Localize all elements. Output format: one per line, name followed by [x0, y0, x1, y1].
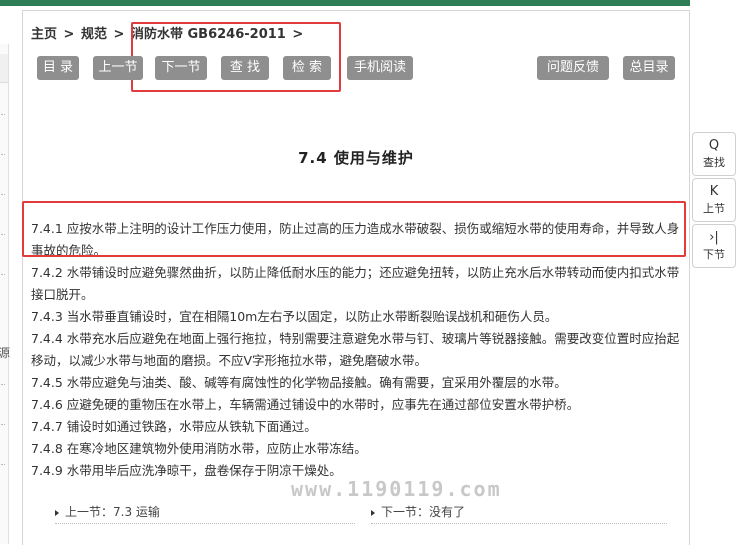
- find-button[interactable]: 查 找: [221, 56, 269, 80]
- side-find-label: 查找: [703, 156, 725, 169]
- divider: [55, 523, 355, 524]
- section-heading: 7.4 使用与维护: [298, 149, 414, 167]
- divider: [1, 274, 5, 275]
- top-accent-bar: [0, 0, 690, 6]
- mobile-read-button[interactable]: 手机阅读: [347, 56, 413, 80]
- breadcrumb-separator: >: [63, 27, 75, 42]
- content-panel: 主页 > 规范 > 消防水带 GB6246-2011 > 目 录 上一节 下一节…: [22, 10, 690, 545]
- divider: [371, 523, 667, 524]
- clause-item: 7.4.6 应避免硬的重物压在水带上，车辆需通过铺设中的水带时，应事先在通过部位…: [31, 397, 580, 412]
- clause-item: 7.4.8 在寒冷地区建筑物外使用消防水带，应防止水带冻结。: [31, 441, 367, 456]
- divider: [1, 384, 5, 385]
- prev-section-label: 上一节：7.3 运输: [65, 505, 160, 519]
- breadcrumb-separator: >: [113, 27, 125, 42]
- divider: [1, 114, 5, 115]
- watermark-text: www.1190119.com: [291, 477, 502, 501]
- triangle-right-icon: [371, 509, 375, 516]
- breadcrumb-home[interactable]: 主页: [31, 27, 57, 42]
- next-section-label: 下一节：没有了: [381, 505, 466, 519]
- side-prev-button[interactable]: K 上节: [692, 178, 736, 222]
- side-find-button[interactable]: Q 查找: [692, 132, 736, 176]
- clause-item: 7.4.3 当水带垂直铺设时，宜在相隔10m左右予以固定，以防止水带断裂贻误战机…: [31, 309, 558, 324]
- divider: [1, 194, 5, 195]
- search-icon: Q: [708, 138, 720, 153]
- clause-item: 7.4.4 水带充水后应避免在地面上强行拖拉，特别需要注意避免水带与钉、玻璃片等…: [31, 331, 680, 368]
- clause-item: 7.4.5 水带应避免与油类、酸、碱等有腐蚀性的化学物品接触。确有需要，宜采用外…: [31, 375, 567, 390]
- prev-icon: K: [709, 184, 719, 199]
- side-next-label: 下节: [703, 248, 725, 261]
- next-icon: ›|: [709, 230, 719, 245]
- clause-item: 7.4.7 铺设时如通过铁路，水带应从铁轨下面通过。: [31, 419, 317, 434]
- left-sidebar-tab[interactable]: [0, 54, 8, 83]
- side-prev-label: 上节: [703, 202, 725, 215]
- divider: [1, 154, 5, 155]
- search-button[interactable]: 检 索: [283, 56, 331, 80]
- left-sidebar-glyph: 源: [0, 346, 11, 360]
- highlight-box-clause: [22, 201, 686, 257]
- triangle-right-icon: [55, 509, 59, 516]
- side-next-button[interactable]: ›| 下节: [692, 224, 736, 268]
- main-toc-button[interactable]: 总目录: [623, 56, 675, 80]
- divider: [1, 234, 5, 235]
- feedback-button[interactable]: 问题反馈: [537, 56, 609, 80]
- next-section-link[interactable]: 下一节：没有了: [371, 503, 465, 520]
- divider: [1, 464, 5, 465]
- left-sidebar-strip: 源: [0, 44, 11, 544]
- next-section-button[interactable]: 下一节: [155, 56, 207, 80]
- prev-section-button[interactable]: 上一节: [93, 56, 143, 80]
- prev-section-link[interactable]: 上一节：7.3 运输: [55, 503, 160, 520]
- divider: [1, 424, 5, 425]
- breadcrumb-section[interactable]: 规范: [81, 27, 107, 42]
- toc-button[interactable]: 目 录: [37, 56, 79, 80]
- clause-item: 7.4.2 水带铺设时应避免骤然曲折，以防止降低耐水压的能力；还应避免扭转，以防…: [31, 265, 680, 302]
